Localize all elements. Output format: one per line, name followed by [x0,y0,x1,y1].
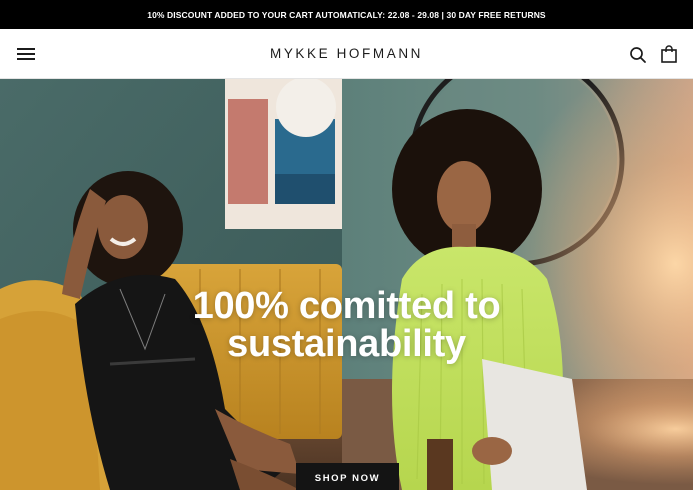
hero-headline-line-1: 100% comitted to [192,285,501,327]
shop-now-button[interactable]: SHOP NOW [296,463,399,490]
announcement-text: 10% DISCOUNT ADDED TO YOUR CART AUTOMATI… [147,9,546,20]
site-header: MYKKE HOFMANN [0,29,693,79]
announcement-bar: 10% DISCOUNT ADDED TO YOUR CART AUTOMATI… [0,0,693,29]
hero-headline: 100% comitted to sustainability [0,287,693,363]
hero-headline-line-2: sustainability [227,323,466,365]
shopping-bag-icon[interactable] [661,45,677,63]
search-icon[interactable] [629,46,647,64]
hero-banner[interactable]: 100% comitted to sustainability SHOP NOW [0,79,693,490]
brand-logo[interactable]: MYKKE HOFMANN [0,46,693,61]
